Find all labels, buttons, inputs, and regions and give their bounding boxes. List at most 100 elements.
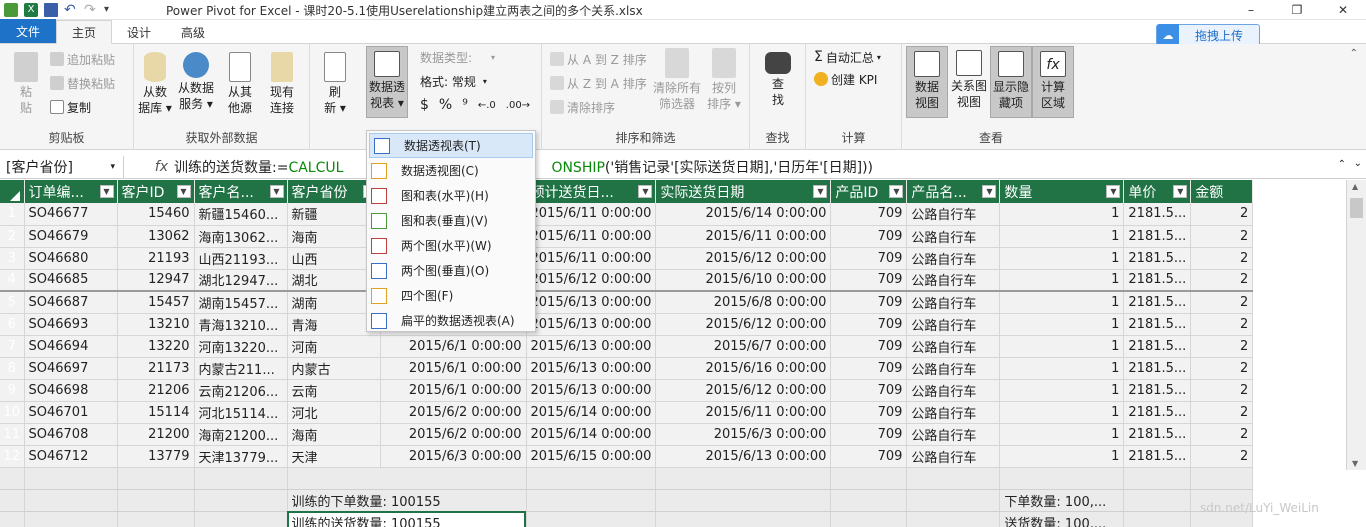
table-cell[interactable]: 2015/6/7 0:00:00	[655, 335, 832, 358]
find-button[interactable]: 查 找	[758, 48, 798, 108]
menu-item[interactable]: 扁平的数据透视表(A)	[367, 308, 535, 333]
table-cell[interactable]: 1	[999, 269, 1125, 292]
table-cell[interactable]: 709	[830, 291, 908, 314]
table-cell[interactable]: 2015/6/12 0:00:00	[526, 269, 657, 292]
table-cell[interactable]: SO46680	[24, 247, 118, 270]
menu-item[interactable]: 图和表(垂直)(V)	[367, 208, 535, 233]
upload-button[interactable]: ☁ 拖拽上传	[1156, 24, 1260, 46]
calc-cell[interactable]	[526, 489, 657, 512]
table-cell[interactable]: 13220	[117, 335, 195, 358]
table-cell[interactable]: 709	[830, 225, 908, 248]
table-cell[interactable]: 2015/6/2 0:00:00	[380, 423, 527, 446]
filter-dropdown-icon[interactable]: ▼	[813, 185, 828, 198]
table-cell[interactable]: 2	[1190, 423, 1254, 446]
table-cell[interactable]: 2181.5...	[1123, 291, 1192, 314]
table-cell[interactable]: 1	[999, 335, 1125, 358]
table-cell[interactable]: 15114	[117, 401, 195, 424]
table-cell[interactable]: 公路自行车	[906, 247, 1001, 270]
customize-toolbar-icon[interactable]: ▾	[104, 3, 118, 17]
table-cell[interactable]: 1	[999, 247, 1125, 270]
table-cell[interactable]: 1	[999, 203, 1125, 226]
table-cell[interactable]: 1	[999, 379, 1125, 402]
tab-design[interactable]: 设计	[112, 21, 166, 43]
table-cell[interactable]: 709	[830, 445, 908, 468]
tab-file[interactable]: 文件	[0, 19, 57, 43]
filter-dropdown-icon[interactable]: ▼	[982, 185, 997, 198]
table-cell[interactable]: 公路自行车	[906, 335, 1001, 358]
table-cell[interactable]: 15460	[117, 203, 195, 226]
table-cell[interactable]: 2015/6/14 0:00:00	[526, 423, 657, 446]
table-cell[interactable]: 2015/6/15 0:00:00	[526, 445, 657, 468]
table-cell[interactable]: 709	[830, 203, 908, 226]
table-cell[interactable]: 2015/6/11 0:00:00	[526, 203, 657, 226]
row-header[interactable]: 3	[0, 247, 25, 270]
row-header[interactable]: 6	[0, 313, 25, 336]
table-cell[interactable]: 海南	[287, 423, 381, 446]
clear-filters-button[interactable]: 清除所有 筛选器	[652, 48, 702, 112]
table-cell[interactable]: 2015/6/8 0:00:00	[655, 291, 832, 314]
table-cell[interactable]: 21193	[117, 247, 195, 270]
calc-cell[interactable]	[287, 467, 527, 490]
table-cell[interactable]: 2	[1190, 445, 1254, 468]
table-cell[interactable]: 2	[1190, 225, 1254, 248]
table-cell[interactable]: 2	[1190, 357, 1254, 380]
calc-cell[interactable]	[24, 511, 118, 527]
table-cell[interactable]: 2015/6/13 0:00:00	[526, 291, 657, 314]
table-cell[interactable]: SO46685	[24, 269, 118, 292]
table-cell[interactable]: 2	[1190, 335, 1254, 358]
table-cell[interactable]: 2015/6/1 0:00:00	[380, 335, 527, 358]
calc-cell[interactable]	[655, 489, 832, 512]
table-cell[interactable]: SO46697	[24, 357, 118, 380]
table-cell[interactable]: 河南13220...	[194, 335, 288, 358]
filter-dropdown-icon[interactable]: ▼	[1106, 185, 1121, 198]
pivot-table-button[interactable]: 数据透 视表 ▾	[366, 46, 408, 118]
calc-cell[interactable]	[830, 467, 908, 490]
table-cell[interactable]: 2181.5...	[1123, 445, 1192, 468]
calc-cell[interactable]	[906, 489, 1001, 512]
calc-cell[interactable]	[1123, 511, 1192, 527]
replace-paste-button[interactable]: 替换粘贴	[50, 74, 115, 92]
table-cell[interactable]: 云南21206...	[194, 379, 288, 402]
table-cell[interactable]: 河北15114...	[194, 401, 288, 424]
table-cell[interactable]: 公路自行车	[906, 423, 1001, 446]
table-cell[interactable]: 2181.5...	[1123, 269, 1192, 292]
sort-by-column-button[interactable]: 按列 排序 ▾	[702, 48, 746, 112]
menu-item[interactable]: 数据透视表(T)	[369, 133, 533, 158]
table-cell[interactable]: SO46693	[24, 313, 118, 336]
calc-cell[interactable]	[526, 511, 657, 527]
scroll-up-icon[interactable]: ▲	[1352, 182, 1358, 191]
menu-item[interactable]: 数据透视图(C)	[367, 158, 535, 183]
calc-cell[interactable]	[1190, 467, 1254, 490]
comma-button[interactable]: ⁹	[462, 97, 468, 113]
from-database-button[interactable]: 从数 据库 ▾	[136, 52, 174, 116]
table-cell[interactable]: 2181.5...	[1123, 401, 1192, 424]
table-cell[interactable]: 709	[830, 401, 908, 424]
table-cell[interactable]: SO46701	[24, 401, 118, 424]
scroll-down-icon[interactable]: ▼	[1352, 459, 1358, 468]
table-cell[interactable]: 1	[999, 291, 1125, 314]
table-cell[interactable]: 2015/6/12 0:00:00	[655, 379, 832, 402]
filter-dropdown-icon[interactable]: ▼	[99, 185, 114, 198]
calc-cell[interactable]	[655, 467, 832, 490]
table-cell[interactable]: 公路自行车	[906, 203, 1001, 226]
table-cell[interactable]: 2	[1190, 291, 1254, 314]
column-header[interactable]: 单价 ▼	[1123, 180, 1192, 203]
calc-cell[interactable]	[117, 511, 195, 527]
currency-button[interactable]: $	[420, 97, 429, 113]
calc-cell[interactable]	[24, 467, 118, 490]
table-cell[interactable]: 河南	[287, 335, 381, 358]
table-cell[interactable]: 云南	[287, 379, 381, 402]
table-cell[interactable]: 2015/6/16 0:00:00	[655, 357, 832, 380]
increase-decimal-button[interactable]: ←.0	[478, 100, 496, 111]
table-cell[interactable]: 河北	[287, 401, 381, 424]
table-cell[interactable]: 1	[999, 225, 1125, 248]
table-cell[interactable]: 2015/6/13 0:00:00	[655, 445, 832, 468]
table-cell[interactable]: 2015/6/3 0:00:00	[655, 423, 832, 446]
table-cell[interactable]: 2	[1190, 247, 1254, 270]
filter-dropdown-icon[interactable]: ▼	[638, 185, 653, 198]
table-cell[interactable]: 2015/6/2 0:00:00	[380, 401, 527, 424]
name-box[interactable]: [客户省份] ▾	[0, 155, 124, 178]
menu-item[interactable]: 四个图(F)	[367, 283, 535, 308]
table-cell[interactable]: 709	[830, 247, 908, 270]
filter-dropdown-icon[interactable]: ▼	[1173, 185, 1188, 198]
